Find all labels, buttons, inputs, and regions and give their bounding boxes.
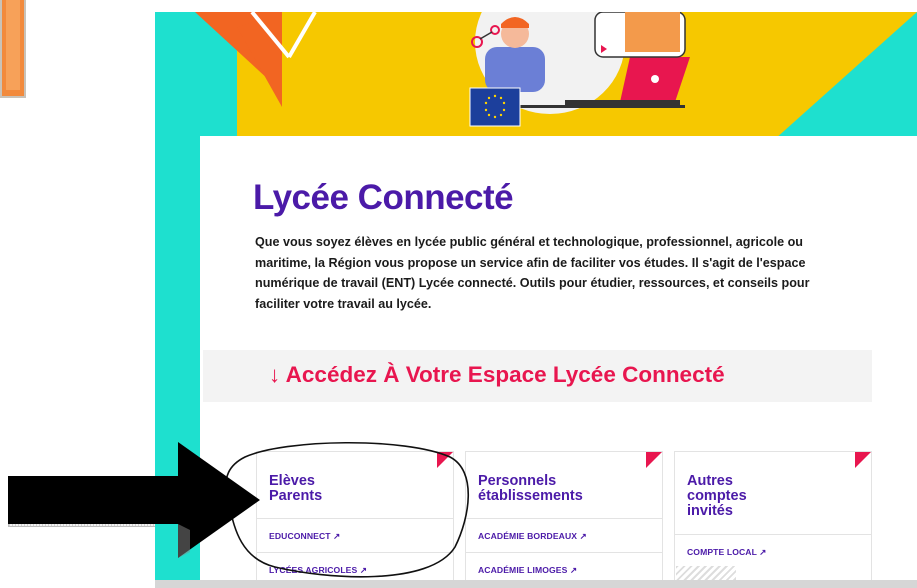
page-title: Lycée Connecté [253, 178, 514, 217]
intro-paragraph: Que vous soyez élèves en lycée public gé… [255, 235, 810, 311]
eu-flag-icon [469, 87, 521, 127]
corner-flag-icon [855, 452, 871, 468]
hatch-decoration [676, 566, 736, 580]
access-heading: ↓ Accédez À Votre Espace Lycée Connecté [269, 362, 725, 387]
arrow-annotation-icon [8, 442, 260, 558]
access-heading-band: ↓ Accédez À Votre Espace Lycée Connecté [203, 350, 872, 402]
card-title: Personnels établissements [478, 473, 583, 504]
hero-banner [155, 12, 917, 148]
link-academie-bordeaux[interactable]: ACADÉMIE BORDEAUX ↗ [466, 518, 662, 552]
card-title: Autres comptes invités [687, 473, 747, 519]
link-compte-local[interactable]: COMPTE LOCAL ↗ [675, 534, 871, 568]
card-personnels: Personnels établissements ACADÉMIE BORDE… [465, 451, 663, 588]
hero-illustration [155, 12, 917, 148]
corner-flag-icon [646, 452, 662, 468]
orange-thumbnail [0, 0, 26, 98]
